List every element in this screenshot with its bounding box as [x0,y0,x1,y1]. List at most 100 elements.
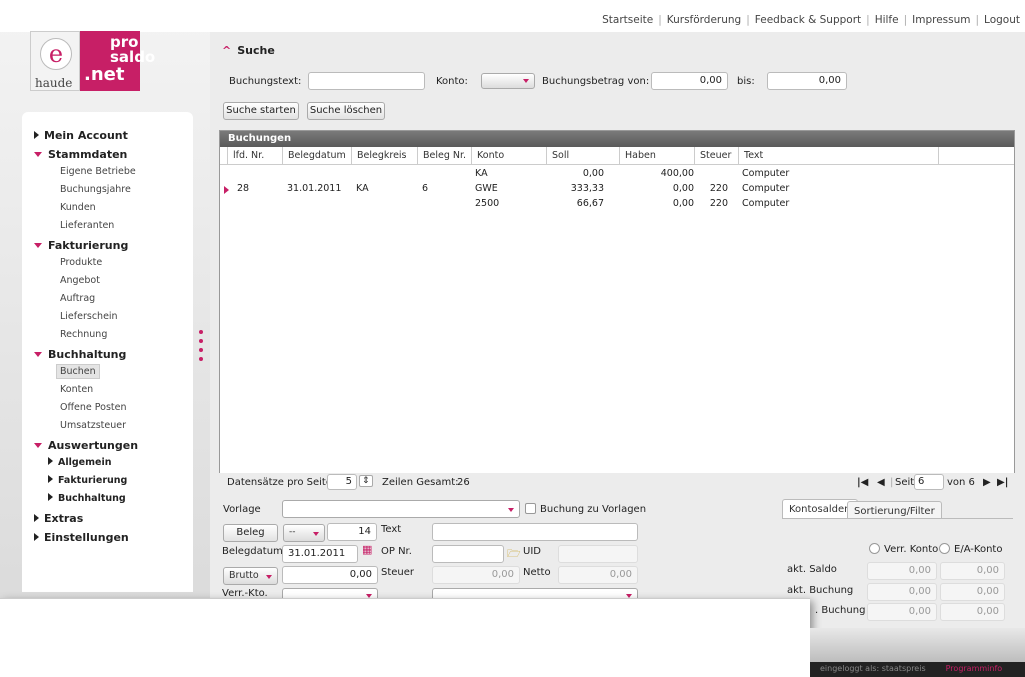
sidebar-item-konten[interactable]: Konten [22,382,193,400]
betrag-von-label: Buchungsbetrag von: [542,76,650,87]
grid-title: Buchungen [220,131,1014,147]
nav-link-startseite[interactable]: Startseite [597,14,658,26]
sidebar-item-lieferanten[interactable]: Lieferanten [22,218,193,236]
sidebar-item-produkte[interactable]: Produkte [22,255,193,273]
top-navigation: Startseite | Kursförderung | Feedback & Supp… [0,0,1025,32]
calendar-icon[interactable]: ▦ [362,543,372,556]
nav-link-impressum[interactable]: Impressum [907,14,975,26]
column-header-beleg-nr[interactable]: Beleg Nr. [417,147,471,165]
konto-select[interactable] [481,73,535,89]
table-row[interactable]: KA 0,00 400,00 Computer [220,168,1014,182]
sidebar-item-auswertung-buchhaltung[interactable]: Buchhaltung [22,491,193,509]
search-start-button[interactable]: Suche starten [223,102,299,120]
sidebar-item-buchungsjahre[interactable]: Buchungsjahre [22,182,193,200]
sidebar-item-offene-posten[interactable]: Offene Posten [22,400,193,418]
text-input[interactable] [432,523,638,541]
radio-ea-konto[interactable] [939,543,950,554]
sidebar-item-kunden[interactable]: Kunden [22,200,193,218]
first-page-icon[interactable]: |◀ [857,477,868,488]
column-header-soll[interactable]: Soll [546,147,619,165]
page-count-label: von 6 [947,477,975,488]
text-label: Text [381,524,402,535]
bookings-grid: Buchungen lfd. Nr. Belegdatum Belegkreis… [219,130,1015,492]
dropdown-arrow-icon [508,508,514,512]
sidebar-item-angebot[interactable]: Angebot [22,273,193,291]
bis-label: bis: [737,76,755,87]
sidebar-item-auftrag[interactable]: Auftrag [22,291,193,309]
grid-header: lfd. Nr. Belegdatum Belegkreis Beleg Nr.… [220,147,1014,165]
sidebar-item-auswertung-fakturierung[interactable]: Fakturierung [22,473,193,491]
akt-buchung-label: akt. Buchung [787,585,854,596]
column-header-haben[interactable]: Haben [619,147,694,165]
betrag-von-input[interactable]: 0,00 [651,72,728,90]
steuer-input: 0,00 [432,566,520,584]
nav-link-logout[interactable]: Logout [979,14,1025,26]
sidebar-item-eigene-betriebe[interactable]: Eigene Betriebe [22,164,193,182]
last-page-icon[interactable]: ▶| [997,477,1008,488]
sidebar-item-fakturierung[interactable]: Fakturierung [22,236,193,255]
beleg-type-value: -- [289,527,296,537]
brutto-select[interactable]: Brutto [223,567,278,585]
programminfo-link[interactable]: Programminfo [946,664,1003,673]
cell-belegdatum: 31.01.2011 [287,183,342,194]
collapse-icon [34,152,42,157]
column-header-belegdatum[interactable]: Belegdatum [282,147,351,165]
sidebar-item-label: Mein Account [44,129,128,142]
sidebar-item-umsatzsteuer[interactable]: Umsatzsteuer [22,418,193,436]
sidebar-item-label: Stammdaten [48,148,128,161]
zu-vorlagen-checkbox[interactable] [525,503,536,514]
per-page-spinner-icon[interactable]: ⇕ [359,475,373,487]
sidebar-item-extras[interactable]: Extras [22,509,193,528]
radio-verr-konto[interactable] [869,543,880,554]
column-header-konto[interactable]: Konto [471,147,546,165]
search-section-toggle[interactable]: ^ Suche [222,44,275,57]
beleg-type-select[interactable]: -- [283,524,325,542]
brutto-input[interactable]: 0,00 [282,566,378,584]
sidebar-item-auswertungen[interactable]: Auswertungen [22,436,193,455]
beleg-button[interactable]: Beleg [223,524,278,542]
sidebar-item-einstellungen[interactable]: Einstellungen [22,528,193,547]
folder-icon[interactable]: 🗁 [507,545,521,564]
buchungstext-input[interactable] [308,72,425,90]
nav-link-kursfoerderung[interactable]: Kursförderung [662,14,746,26]
cell-text: Computer [742,168,790,179]
sidebar-item-stammdaten[interactable]: Stammdaten [22,145,193,164]
column-header-belegkreis[interactable]: Belegkreis [351,147,417,165]
per-page-label: Datensätze pro Seite: [227,477,336,488]
next-page-icon[interactable]: ▶ [983,477,991,488]
sidebar-item-lieferschein[interactable]: Lieferschein [22,309,193,327]
per-page-input[interactable]: 5 [327,474,357,490]
sidebar-item-label: Lieferschein [60,311,118,322]
sidebar-item-rechnung[interactable]: Rechnung [22,327,193,345]
sidebar-item-label: Kunden [60,202,96,213]
nav-link-feedback[interactable]: Feedback & Support [750,14,866,26]
beleg-nr-input[interactable]: 14 [327,523,377,541]
collapse-icon [34,443,42,448]
sidebar-item-allgemein[interactable]: Allgemein [22,455,193,473]
panel-splitter-handle[interactable] [199,330,203,370]
table-row[interactable]: 2500 66,67 0,00 220 Computer [220,198,1014,212]
column-header-steuer[interactable]: Steuer [694,147,738,165]
sidebar-item-buchen[interactable]: Buchen [22,364,193,382]
column-header-text[interactable]: Text [738,147,938,165]
search-clear-button[interactable]: Suche löschen [307,102,385,120]
cell-text: Computer [742,198,790,209]
sidebar-item-label: Einstellungen [44,531,129,544]
collapse-icon [34,243,42,248]
sidebar-item-mein-account[interactable]: Mein Account [22,126,193,145]
expand-icon [34,131,39,139]
expand-icon [34,514,39,522]
op-nr-input[interactable] [432,545,504,563]
vorlage-select[interactable] [282,500,520,518]
belegdatum-input[interactable]: 31.01.2011 [282,545,358,563]
sidebar-item-label: Allgemein [58,457,112,468]
betrag-bis-input[interactable]: 0,00 [767,72,847,90]
sidebar-item-buchhaltung[interactable]: Buchhaltung [22,345,193,364]
nav-link-hilfe[interactable]: Hilfe [870,14,904,26]
footer-gradient [810,628,1025,662]
column-header-lfd-nr[interactable]: lfd. Nr. [227,147,282,165]
page-input[interactable]: 6 [914,474,944,490]
prev-page-icon[interactable]: ◀ [877,477,885,488]
collapse-icon [34,352,42,357]
table-row-selected[interactable]: 28 31.01.2011 KA 6 GWE 333,33 0,00 220 C… [220,183,1014,197]
